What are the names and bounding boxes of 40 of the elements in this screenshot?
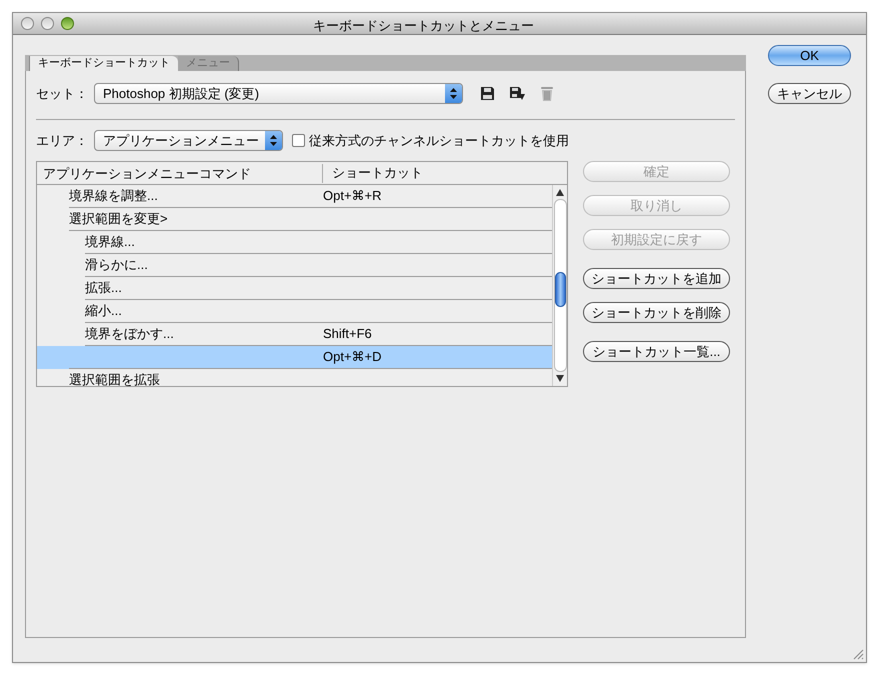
tab[interactable]: キーボードショートカット [29,56,178,71]
command-cell-text: 滑らかに... [85,256,149,274]
resize-grip-icon[interactable] [853,649,864,660]
stepper-arrows-icon [450,88,457,99]
minimize-button[interactable] [41,17,54,30]
scroll-thumb[interactable] [554,272,566,307]
save-as-icon[interactable] [510,86,525,100]
zoom-button[interactable] [61,17,74,30]
shortcut-cell-text: Shift+F6 [323,325,372,344]
command-cell-text: 選択範囲を拡張 [69,371,161,386]
shortcut-cell-text: Opt+⌘+D [323,348,382,366]
command-cell-text: 境界線を調整... [69,187,159,206]
scroll-down-icon[interactable] [556,375,564,382]
window-title: キーボードショートカットとメニュー [313,17,534,35]
command-cell-text: 境界をぼかす... [85,325,175,344]
area-dropdown[interactable]: アプリケーションメニュー [94,130,283,151]
dialog-button[interactable]: OK [768,45,851,66]
action-button[interactable]: ショートカットを削除 [583,302,730,323]
set-dropdown[interactable]: Photoshop 初期設定 (変更) [94,83,463,104]
action-button[interactable]: ショートカット一覧... [583,341,730,362]
shortcut-cell-text: Opt+⌘+R [323,187,382,206]
command-cell-text: 拡張... [85,279,123,298]
stepper-arrows-icon [270,135,277,146]
command-cell-text: 縮小... [85,302,123,320]
close-button[interactable] [21,17,34,30]
set-label: セット： [36,84,89,103]
dialog-button[interactable]: キャンセル [768,83,851,104]
area-label: エリア： [36,132,89,150]
scroll-up-icon[interactable] [556,189,564,196]
checkbox[interactable] [292,134,305,147]
checkbox-label: 従来方式のチャンネルショートカットを使用 [309,132,569,150]
trash-icon[interactable] [541,86,553,101]
save-icon[interactable] [481,87,494,100]
command-cell-text: 境界線... [85,233,136,252]
scroll-bar[interactable] [552,185,567,386]
command-cell-text: 選択範囲を変更> [69,210,169,228]
column-header: アプリケーションメニューコマンド [37,164,323,182]
action-button[interactable]: ショートカットを追加 [583,268,730,289]
column-header: ショートカット [331,164,423,182]
table-row[interactable]: Opt+⌘+D [37,346,552,369]
